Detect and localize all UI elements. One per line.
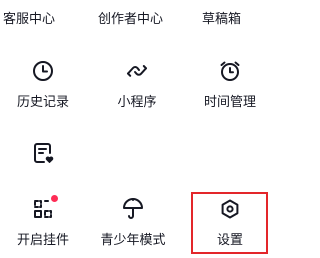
time-management-item[interactable]: 时间管理 — [185, 59, 275, 111]
settings-label: 设置 — [216, 233, 243, 248]
creator-center-item[interactable]: 创作者中心 — [98, 12, 163, 28]
customer-service-center-item[interactable]: 客服中心 — [3, 12, 55, 28]
settings-icon — [218, 197, 242, 221]
open-widget-item[interactable]: 开启挂件 — [0, 195, 88, 249]
settings-item[interactable]: 设置 — [185, 197, 275, 249]
open-widget-label: 开启挂件 — [16, 233, 69, 248]
mini-program-label: 小程序 — [117, 95, 157, 110]
notification-badge — [51, 195, 58, 202]
mini-program-icon — [125, 59, 149, 83]
history-item[interactable]: 历史记录 — [0, 59, 88, 111]
mini-program-item[interactable]: 小程序 — [92, 59, 182, 111]
umbrella-icon — [121, 197, 145, 221]
clock-icon — [31, 59, 55, 83]
widget-icon — [31, 195, 58, 221]
teen-mode-item[interactable]: 青少年模式 — [88, 197, 178, 249]
time-management-label: 时间管理 — [203, 95, 256, 110]
history-label: 历史记录 — [16, 95, 69, 110]
document-heart-icon — [31, 141, 55, 165]
document-heart-item[interactable] — [0, 141, 88, 165]
teen-mode-label: 青少年模式 — [100, 233, 166, 248]
drafts-item[interactable]: 草稿箱 — [202, 12, 241, 28]
alarm-clock-icon — [218, 59, 242, 83]
